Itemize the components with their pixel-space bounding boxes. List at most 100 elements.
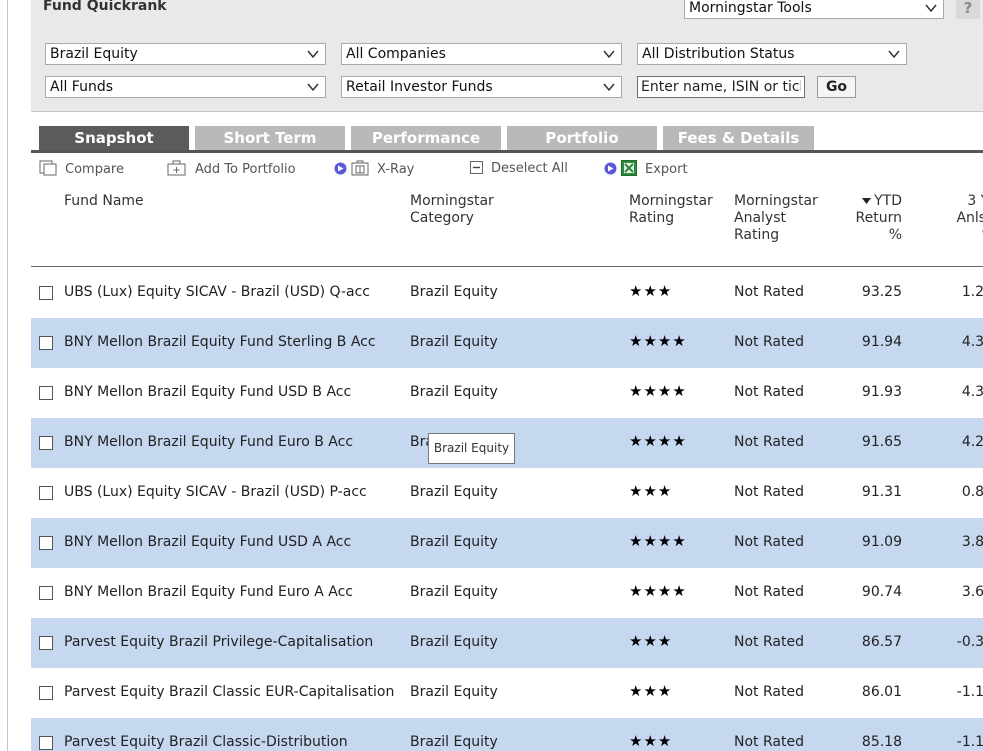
ytd-return: 90.74 <box>861 584 902 600</box>
tab-fees-details[interactable]: Fees & Details <box>663 126 814 150</box>
star-rating: ★★★ <box>629 632 673 650</box>
fund-name[interactable]: UBS (Lux) Equity SICAV - Brazil (USD) P-… <box>64 484 367 500</box>
table-row[interactable]: BNY Mellon Brazil Equity Fund USD A Acc … <box>31 518 983 568</box>
three-year-return-value: 4.32 <box>961 384 983 400</box>
distribution-select-value: All Distribution Status <box>642 46 795 62</box>
row-checkbox[interactable] <box>39 686 53 700</box>
table-row[interactable]: UBS (Lux) Equity SICAV - Brazil (USD) P-… <box>31 468 983 518</box>
table-row[interactable]: Parvest Equity Brazil Privilege-Capitali… <box>31 618 983 668</box>
fund-name[interactable]: Parvest Equity Brazil Classic-Distributi… <box>64 734 348 750</box>
table-row[interactable]: BNY Mellon Brazil Equity Fund USD B Acc … <box>31 368 983 418</box>
three-year-return-value: -1.17 <box>956 734 983 750</box>
fund-category: Brazil Equity <box>410 484 498 500</box>
xray-button[interactable]: X-Ray <box>334 160 414 178</box>
col-header-fund-name[interactable]: Fund Name <box>64 193 144 210</box>
star-rating: ★★★★ <box>629 532 687 550</box>
fund-category: Brazil Equity <box>410 534 498 550</box>
row-checkbox[interactable] <box>39 286 53 300</box>
excel-icon <box>621 160 637 176</box>
row-checkbox[interactable] <box>39 486 53 500</box>
tab-short-term[interactable]: Short Term <box>195 126 345 150</box>
table-row[interactable]: UBS (Lux) Equity SICAV - Brazil (USD) Q-… <box>31 268 983 318</box>
col-analyst-label-2: Analyst <box>734 210 786 226</box>
distribution-status-select[interactable]: All Distribution Status <box>637 43 907 65</box>
fund-name[interactable]: BNY Mellon Brazil Equity Fund USD B Acc <box>64 384 351 400</box>
analyst-rating: Not Rated <box>734 534 804 550</box>
companies-select-value: All Companies <box>346 46 446 62</box>
row-checkbox[interactable] <box>39 386 53 400</box>
col-analyst-label-3: Rating <box>734 227 780 243</box>
col-header-rating[interactable]: Morningstar Rating <box>629 193 713 227</box>
add-to-portfolio-button[interactable]: Add To Portfolio <box>167 160 296 178</box>
three-year-return-value: 0.89 <box>961 484 983 500</box>
table-row[interactable]: BNY Mellon Brazil Equity Fund Euro A Acc… <box>31 568 983 618</box>
fund-name[interactable]: BNY Mellon Brazil Equity Fund Euro B Acc <box>64 434 353 450</box>
arrow-right-icon <box>334 162 347 174</box>
go-button[interactable]: Go <box>817 76 856 98</box>
tab-snapshot[interactable]: Snapshot <box>39 126 189 150</box>
tab-portfolio[interactable]: Portfolio <box>507 126 657 150</box>
row-checkbox[interactable] <box>39 736 53 750</box>
table-row[interactable]: BNY Mellon Brazil Equity Fund Sterling B… <box>31 318 983 368</box>
search-input[interactable] <box>637 76 805 98</box>
row-checkbox[interactable] <box>39 586 53 600</box>
fund-name[interactable]: UBS (Lux) Equity SICAV - Brazil (USD) Q-… <box>64 284 370 300</box>
three-year-return-value: 4.31 <box>961 334 983 350</box>
row-checkbox[interactable] <box>39 536 53 550</box>
three-year-return-value: 3.80 <box>961 534 983 550</box>
tools-select-value: Morningstar Tools <box>689 0 812 16</box>
col-category-label-2: Category <box>410 210 474 226</box>
table-row[interactable]: Parvest Equity Brazil Classic EUR-Capita… <box>31 668 983 718</box>
analyst-rating: Not Rated <box>734 434 804 450</box>
three-year-return: -1.17 <box>931 734 983 750</box>
ytd-return: 91.65 <box>861 434 902 450</box>
category-select[interactable]: Brazil Equity <box>45 43 326 65</box>
fund-category: Brazil Equity <box>410 634 498 650</box>
fund-name[interactable]: BNY Mellon Brazil Equity Fund Euro A Acc <box>64 584 353 600</box>
fund-category: Brazil Equity <box>410 734 498 750</box>
row-checkbox[interactable] <box>39 436 53 450</box>
investor-type-select[interactable]: Retail Investor Funds <box>341 76 622 98</box>
three-year-return-value: 4.23 <box>961 434 983 450</box>
three-year-return-value: 1.26 <box>961 284 983 300</box>
col-header-analyst-rating[interactable]: Morningstar Analyst Rating <box>734 193 818 244</box>
three-year-return-value: 3.69 <box>961 584 983 600</box>
analyst-rating: Not Rated <box>734 634 804 650</box>
three-year-return: -1.18 <box>931 684 983 700</box>
three-year-return-value: -0.33 <box>956 634 983 650</box>
chevron-down-icon <box>925 4 937 13</box>
table-row[interactable]: Parvest Equity Brazil Classic-Distributi… <box>31 718 983 751</box>
help-button[interactable]: ? <box>956 0 980 19</box>
three-year-return: 3.69 <box>931 584 983 600</box>
row-checkbox[interactable] <box>39 336 53 350</box>
three-year-return-value: -1.18 <box>956 684 983 700</box>
three-year-return: 4.31 <box>931 334 983 350</box>
row-checkbox[interactable] <box>39 636 53 650</box>
analyst-rating: Not Rated <box>734 284 804 300</box>
fund-category: Brazil Equity <box>410 284 498 300</box>
fund-category: Brazil Equity <box>410 684 498 700</box>
star-rating: ★★★ <box>629 732 673 750</box>
chevron-down-icon <box>307 50 319 59</box>
col-header-3yr-annualised[interactable]: 3 YrAnlsd% <box>933 193 983 244</box>
deselect-all-button[interactable]: Deselect All <box>470 160 568 178</box>
funds-select[interactable]: All Funds <box>45 76 326 98</box>
three-year-return: 3.80 <box>931 534 983 550</box>
col-header-category[interactable]: Morningstar Category <box>410 193 494 227</box>
fund-name[interactable]: Parvest Equity Brazil Classic EUR-Capita… <box>64 684 394 700</box>
col-3yr-label-2: Anlsd <box>956 210 983 226</box>
fund-name[interactable]: BNY Mellon Brazil Equity Fund USD A Acc <box>64 534 351 550</box>
col-rating-label-1: Morningstar <box>629 193 713 209</box>
companies-select[interactable]: All Companies <box>341 43 622 65</box>
export-button[interactable]: Export <box>604 160 688 178</box>
minus-square-icon <box>470 161 483 174</box>
tab-performance[interactable]: Performance <box>351 126 501 150</box>
fund-name[interactable]: BNY Mellon Brazil Equity Fund Sterling B… <box>64 334 376 350</box>
ytd-return: 91.94 <box>861 334 902 350</box>
morningstar-tools-select[interactable]: Morningstar Tools <box>684 0 944 19</box>
arrow-right-icon <box>604 162 617 174</box>
compare-button[interactable]: Compare <box>39 160 124 178</box>
col-header-ytd-return[interactable]: YTD Return% <box>856 193 902 244</box>
fund-name[interactable]: Parvest Equity Brazil Privilege-Capitali… <box>64 634 373 650</box>
add-to-portfolio-icon <box>167 160 186 176</box>
